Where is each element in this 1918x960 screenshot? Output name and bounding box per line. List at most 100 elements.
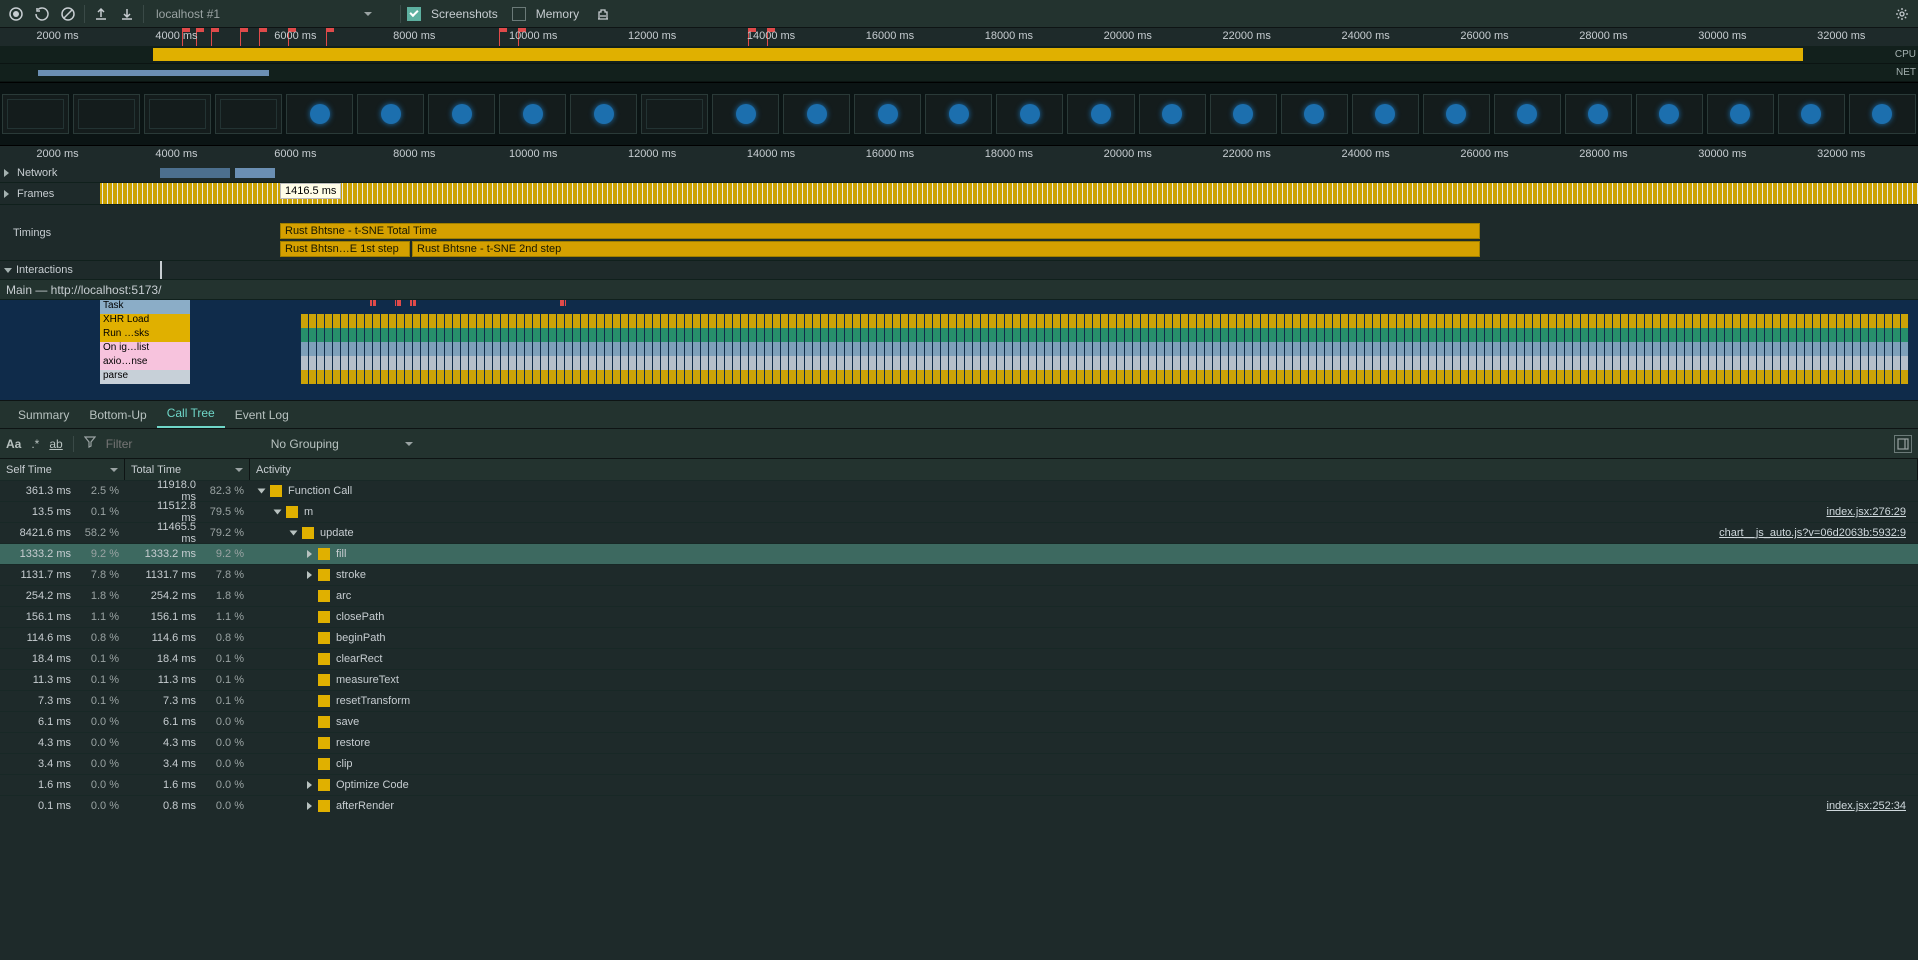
filmstrip-thumb[interactable] xyxy=(712,94,779,134)
source-link[interactable]: index.jsx:252:34 xyxy=(1827,800,1907,812)
call-tree-row[interactable]: 6.1 ms0.0 %6.1 ms0.0 %save xyxy=(0,711,1918,732)
expand-toggle[interactable] xyxy=(272,507,282,517)
memory-checkbox[interactable] xyxy=(512,7,526,21)
match-word-button[interactable]: ab xyxy=(49,437,62,451)
lane-network[interactable]: Network xyxy=(0,164,1918,183)
filmstrip-thumb[interactable] xyxy=(854,94,921,134)
call-tree-row[interactable]: 11.3 ms0.1 %11.3 ms0.1 %measureText xyxy=(0,669,1918,690)
timing-step2[interactable]: Rust Bhtsne - t-SNE 2nd step xyxy=(412,241,1480,257)
filmstrip-thumb[interactable] xyxy=(570,94,637,134)
source-link[interactable]: index.jsx:276:29 xyxy=(1827,506,1907,518)
call-tree-row[interactable]: 0.1 ms0.0 %0.8 ms0.0 %afterRenderindex.j… xyxy=(0,795,1918,816)
settings-icon[interactable] xyxy=(1892,4,1912,24)
filmstrip-thumb[interactable] xyxy=(1210,94,1277,134)
call-tree-row[interactable]: 1131.7 ms7.8 %1131.7 ms7.8 %stroke xyxy=(0,564,1918,585)
tab-event-log[interactable]: Event Log xyxy=(225,402,299,428)
filmstrip-thumb[interactable] xyxy=(286,94,353,134)
filmstrip-thumb[interactable] xyxy=(1636,94,1703,134)
screenshots-checkbox[interactable] xyxy=(407,7,421,21)
filmstrip[interactable] xyxy=(0,82,1918,146)
expand-toggle[interactable] xyxy=(256,486,266,496)
activity-swatch xyxy=(286,506,298,518)
filmstrip-thumb[interactable] xyxy=(1778,94,1845,134)
call-tree-row[interactable]: 18.4 ms0.1 %18.4 ms0.1 %clearRect xyxy=(0,648,1918,669)
activity-name: closePath xyxy=(336,611,384,623)
tab-call-tree[interactable]: Call Tree xyxy=(157,400,225,428)
activity-swatch xyxy=(318,800,330,812)
filmstrip-thumb[interactable] xyxy=(1281,94,1348,134)
activity-name: clip xyxy=(336,758,353,770)
filmstrip-thumb[interactable] xyxy=(1352,94,1419,134)
host-selector[interactable]: localhost #1 xyxy=(150,5,394,23)
upload-icon[interactable] xyxy=(91,4,111,24)
detail-ruler[interactable]: 2000 ms4000 ms6000 ms8000 ms10000 ms1200… xyxy=(0,146,1918,164)
call-tree-row[interactable]: 13.5 ms0.1 %11512.8 ms79.5 %mindex.jsx:2… xyxy=(0,501,1918,522)
filmstrip-thumb[interactable] xyxy=(925,94,992,134)
tab-bottom-up[interactable]: Bottom-Up xyxy=(79,402,156,428)
match-case-button[interactable]: Aa xyxy=(6,437,21,451)
toolbar: localhost #1 Screenshots Memory xyxy=(0,0,1918,28)
overview-cpu-row[interactable]: CPU xyxy=(0,46,1918,64)
activity-swatch xyxy=(318,548,330,560)
call-tree-row[interactable]: 4.3 ms0.0 %4.3 ms0.0 %restore xyxy=(0,732,1918,753)
garbage-collect-icon[interactable] xyxy=(593,4,613,24)
tab-summary[interactable]: Summary xyxy=(8,402,79,428)
filmstrip-thumb[interactable] xyxy=(1423,94,1490,134)
filmstrip-thumb[interactable] xyxy=(996,94,1063,134)
grouping-selector[interactable]: No Grouping xyxy=(271,437,413,451)
filter-input[interactable] xyxy=(106,437,261,451)
filmstrip-thumb[interactable] xyxy=(144,94,211,134)
filmstrip-thumb[interactable] xyxy=(499,94,566,134)
filmstrip-thumb[interactable] xyxy=(1139,94,1206,134)
filmstrip-thumb[interactable] xyxy=(428,94,495,134)
filmstrip-thumb[interactable] xyxy=(73,94,140,134)
overview-ruler[interactable]: 2000 ms4000 ms6000 ms8000 ms10000 ms1200… xyxy=(0,28,1918,46)
filmstrip-thumb[interactable] xyxy=(1494,94,1561,134)
timing-step1[interactable]: Rust Bhtsn…E 1st step xyxy=(280,241,410,257)
lane-interactions[interactable]: Interactions xyxy=(0,261,1918,280)
expand-toggle[interactable] xyxy=(304,549,314,559)
expand-toggle[interactable] xyxy=(304,780,314,790)
filmstrip-thumb[interactable] xyxy=(783,94,850,134)
download-icon[interactable] xyxy=(117,4,137,24)
overview-net-row[interactable]: NET xyxy=(0,64,1918,82)
overview-tracks[interactable]: CPU NET xyxy=(0,46,1918,82)
expand-toggle[interactable] xyxy=(288,528,298,538)
lane-frames[interactable]: Frames 1416.5 ms xyxy=(0,183,1918,205)
filmstrip-thumb[interactable] xyxy=(1707,94,1774,134)
call-tree-row[interactable]: 361.3 ms2.5 %11918.0 ms82.3 %Function Ca… xyxy=(0,480,1918,501)
call-tree-row[interactable]: 254.2 ms1.8 %254.2 ms1.8 %arc xyxy=(0,585,1918,606)
filmstrip-thumb[interactable] xyxy=(2,94,69,134)
source-link[interactable]: chart__js_auto.js?v=06d2063b:5932:9 xyxy=(1719,527,1906,539)
col-self[interactable]: Self Time xyxy=(0,459,125,480)
call-tree-row[interactable]: 114.6 ms0.8 %114.6 ms0.8 %beginPath xyxy=(0,627,1918,648)
filmstrip-thumb[interactable] xyxy=(1849,94,1916,134)
expand-toggle[interactable] xyxy=(304,570,314,580)
lane-main-header[interactable]: Main — http://localhost:5173/ xyxy=(0,280,1918,300)
filmstrip-thumb[interactable] xyxy=(357,94,424,134)
expand-toggle[interactable] xyxy=(304,801,314,811)
filter-bar: Aa .* ab No Grouping xyxy=(0,428,1918,458)
filmstrip-thumb[interactable] xyxy=(215,94,282,134)
activity-name: update xyxy=(320,527,354,539)
regex-button[interactable]: .* xyxy=(31,437,39,451)
col-total[interactable]: Total Time xyxy=(125,459,250,480)
main-flame[interactable]: Task XHR Load Run …sks On ig…list axio…n… xyxy=(0,300,1918,400)
col-activity[interactable]: Activity xyxy=(250,459,1918,480)
filmstrip-thumb[interactable] xyxy=(1565,94,1632,134)
call-tree-row[interactable]: 7.3 ms0.1 %7.3 ms0.1 %resetTransform xyxy=(0,690,1918,711)
call-tree-row[interactable]: 156.1 ms1.1 %156.1 ms1.1 %closePath xyxy=(0,606,1918,627)
reload-icon[interactable] xyxy=(32,4,52,24)
filmstrip-thumb[interactable] xyxy=(1067,94,1134,134)
record-icon[interactable] xyxy=(6,4,26,24)
timing-total[interactable]: Rust Bhtsne - t-SNE Total Time xyxy=(280,223,1480,239)
activity-name: measureText xyxy=(336,674,399,686)
filmstrip-thumb[interactable] xyxy=(641,94,708,134)
call-tree-row[interactable]: 1333.2 ms9.2 %1333.2 ms9.2 %fill xyxy=(0,543,1918,564)
activity-name: beginPath xyxy=(336,632,386,644)
call-tree-row[interactable]: 3.4 ms0.0 %3.4 ms0.0 %clip xyxy=(0,753,1918,774)
call-tree-row[interactable]: 8421.6 ms58.2 %11465.5 ms79.2 %updatecha… xyxy=(0,522,1918,543)
toggle-sidepanel-icon[interactable] xyxy=(1894,435,1912,453)
clear-icon[interactable] xyxy=(58,4,78,24)
call-tree-row[interactable]: 1.6 ms0.0 %1.6 ms0.0 %Optimize Code xyxy=(0,774,1918,795)
